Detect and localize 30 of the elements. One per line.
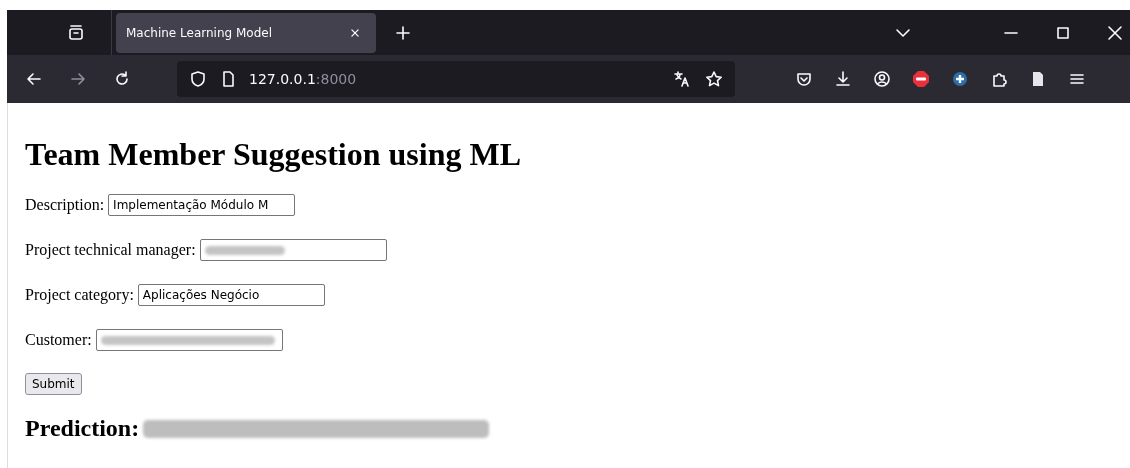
input-field[interactable] (199, 239, 387, 261)
url-port: :8000 (315, 71, 357, 87)
forward-arrow-icon[interactable] (69, 70, 87, 88)
input-field[interactable]: Implementação Módulo M (108, 194, 296, 216)
field-label: Description: (25, 196, 105, 214)
url-host: 127.0.0.1 (249, 71, 316, 87)
browser-tab[interactable]: Machine Learning Model (116, 12, 376, 53)
field-label: Project technical manager: (25, 241, 196, 259)
page-heading: Team Member Suggestion using ML (25, 136, 523, 173)
shield-icon[interactable] (189, 70, 207, 88)
star-icon[interactable] (705, 70, 723, 88)
field-label: Customer: (25, 331, 92, 349)
input-field[interactable] (95, 329, 283, 351)
puzzle-icon[interactable] (990, 70, 1008, 88)
account-icon[interactable] (873, 70, 891, 88)
field-label: Project category: (25, 286, 134, 304)
input-field[interactable]: Aplicações Negócio (137, 284, 325, 306)
translate-icon[interactable] (673, 70, 691, 88)
submit-button[interactable]: Submit (25, 373, 82, 395)
address-bar[interactable]: 127.0.0.1:8000 (177, 61, 735, 97)
prediction-label: Prediction: (25, 415, 140, 442)
download-icon[interactable] (834, 70, 852, 88)
reload-icon[interactable] (113, 70, 131, 88)
badge-icon[interactable] (951, 70, 969, 88)
close-icon[interactable] (1106, 23, 1124, 42)
tab-list-icon[interactable] (67, 23, 85, 42)
back-arrow-icon[interactable] (25, 70, 43, 88)
plus-icon[interactable] (394, 23, 412, 42)
stop-sign-icon[interactable] (912, 70, 930, 88)
pocket-icon[interactable] (795, 70, 813, 88)
